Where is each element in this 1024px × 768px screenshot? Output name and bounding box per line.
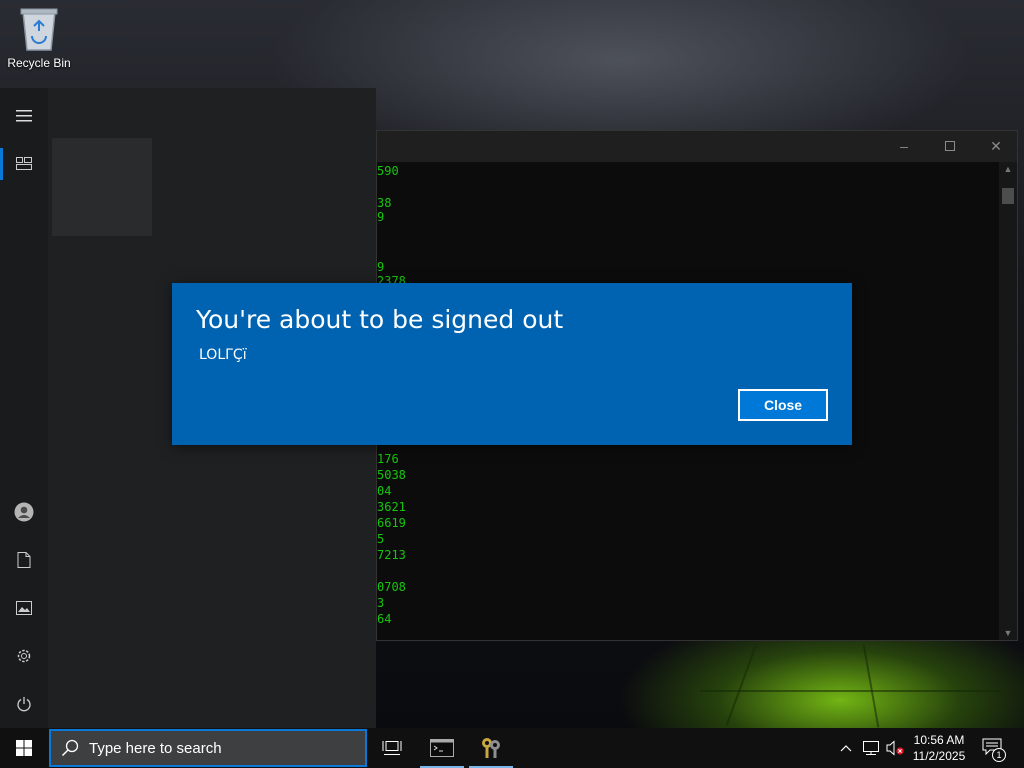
- user-icon[interactable]: [0, 492, 48, 532]
- console-line: 3621: [377, 500, 406, 514]
- console-line: 3: [377, 596, 385, 610]
- console-line: 04: [377, 484, 392, 498]
- console-line: 38: [377, 196, 392, 210]
- console-line: 590: [377, 164, 399, 178]
- start-menu-rail: [0, 88, 48, 728]
- dialog-message: LOLΓÇï: [199, 347, 247, 363]
- console-line: 176: [377, 452, 399, 466]
- console-line: 5038: [377, 468, 406, 482]
- maximize-icon[interactable]: [927, 131, 973, 162]
- tiles-icon[interactable]: [0, 144, 48, 184]
- clock-date: 11/2/2025: [912, 749, 966, 763]
- system-clock[interactable]: 10:56 AM 11/2/2025: [904, 732, 974, 764]
- recycle-bin-label: Recycle Bin: [7, 56, 71, 70]
- keys-app-icon[interactable]: [467, 728, 515, 768]
- search-box[interactable]: Type here to search: [49, 729, 367, 767]
- action-center-icon[interactable]: 1: [978, 736, 1008, 762]
- notification-count-badge: 1: [992, 748, 1006, 762]
- console-line: 9: [377, 260, 385, 274]
- console-titlebar[interactable]: – ✕: [377, 131, 1017, 162]
- power-icon[interactable]: [0, 684, 48, 724]
- close-icon[interactable]: ✕: [973, 131, 1019, 162]
- start-tile[interactable]: [52, 138, 152, 236]
- clock-time: 10:56 AM: [913, 733, 965, 747]
- console-app-icon[interactable]: [418, 728, 466, 768]
- chevron-up-icon[interactable]: [836, 738, 856, 758]
- scroll-thumb[interactable]: [1002, 188, 1014, 204]
- console-line: 5: [377, 532, 385, 546]
- search-placeholder: Type here to search: [89, 739, 222, 757]
- document-icon[interactable]: [0, 540, 48, 580]
- console-line: 6619: [377, 516, 406, 530]
- minimize-icon[interactable]: –: [881, 131, 927, 162]
- console-line: 0708: [377, 580, 406, 594]
- volume-muted-icon[interactable]: [885, 738, 905, 758]
- console-scrollbar[interactable]: ▲ ▼: [999, 162, 1017, 640]
- pictures-icon[interactable]: [0, 588, 48, 628]
- network-icon[interactable]: [861, 738, 881, 758]
- search-icon: [61, 739, 79, 757]
- taskbar: Type here to search 10:56 AM 11/2/2025 1: [0, 728, 1024, 768]
- console-line: 64: [377, 612, 392, 626]
- task-view-icon[interactable]: [368, 728, 416, 768]
- console-line: 9: [377, 210, 385, 224]
- hamburger-icon[interactable]: [0, 96, 48, 136]
- dialog-title: You're about to be signed out: [196, 305, 564, 334]
- settings-icon[interactable]: [0, 636, 48, 676]
- windows-start-icon[interactable]: [0, 728, 48, 768]
- recycle-bin-icon: [19, 6, 59, 52]
- console-line: 7213: [377, 548, 406, 562]
- sign-out-dialog: You're about to be signed out LOLΓÇï Clo…: [172, 283, 852, 445]
- scroll-up-icon[interactable]: ▲: [999, 164, 1017, 174]
- recycle-bin-shortcut[interactable]: Recycle Bin: [2, 4, 76, 70]
- close-button[interactable]: Close: [738, 389, 828, 421]
- scroll-down-icon[interactable]: ▼: [999, 628, 1017, 638]
